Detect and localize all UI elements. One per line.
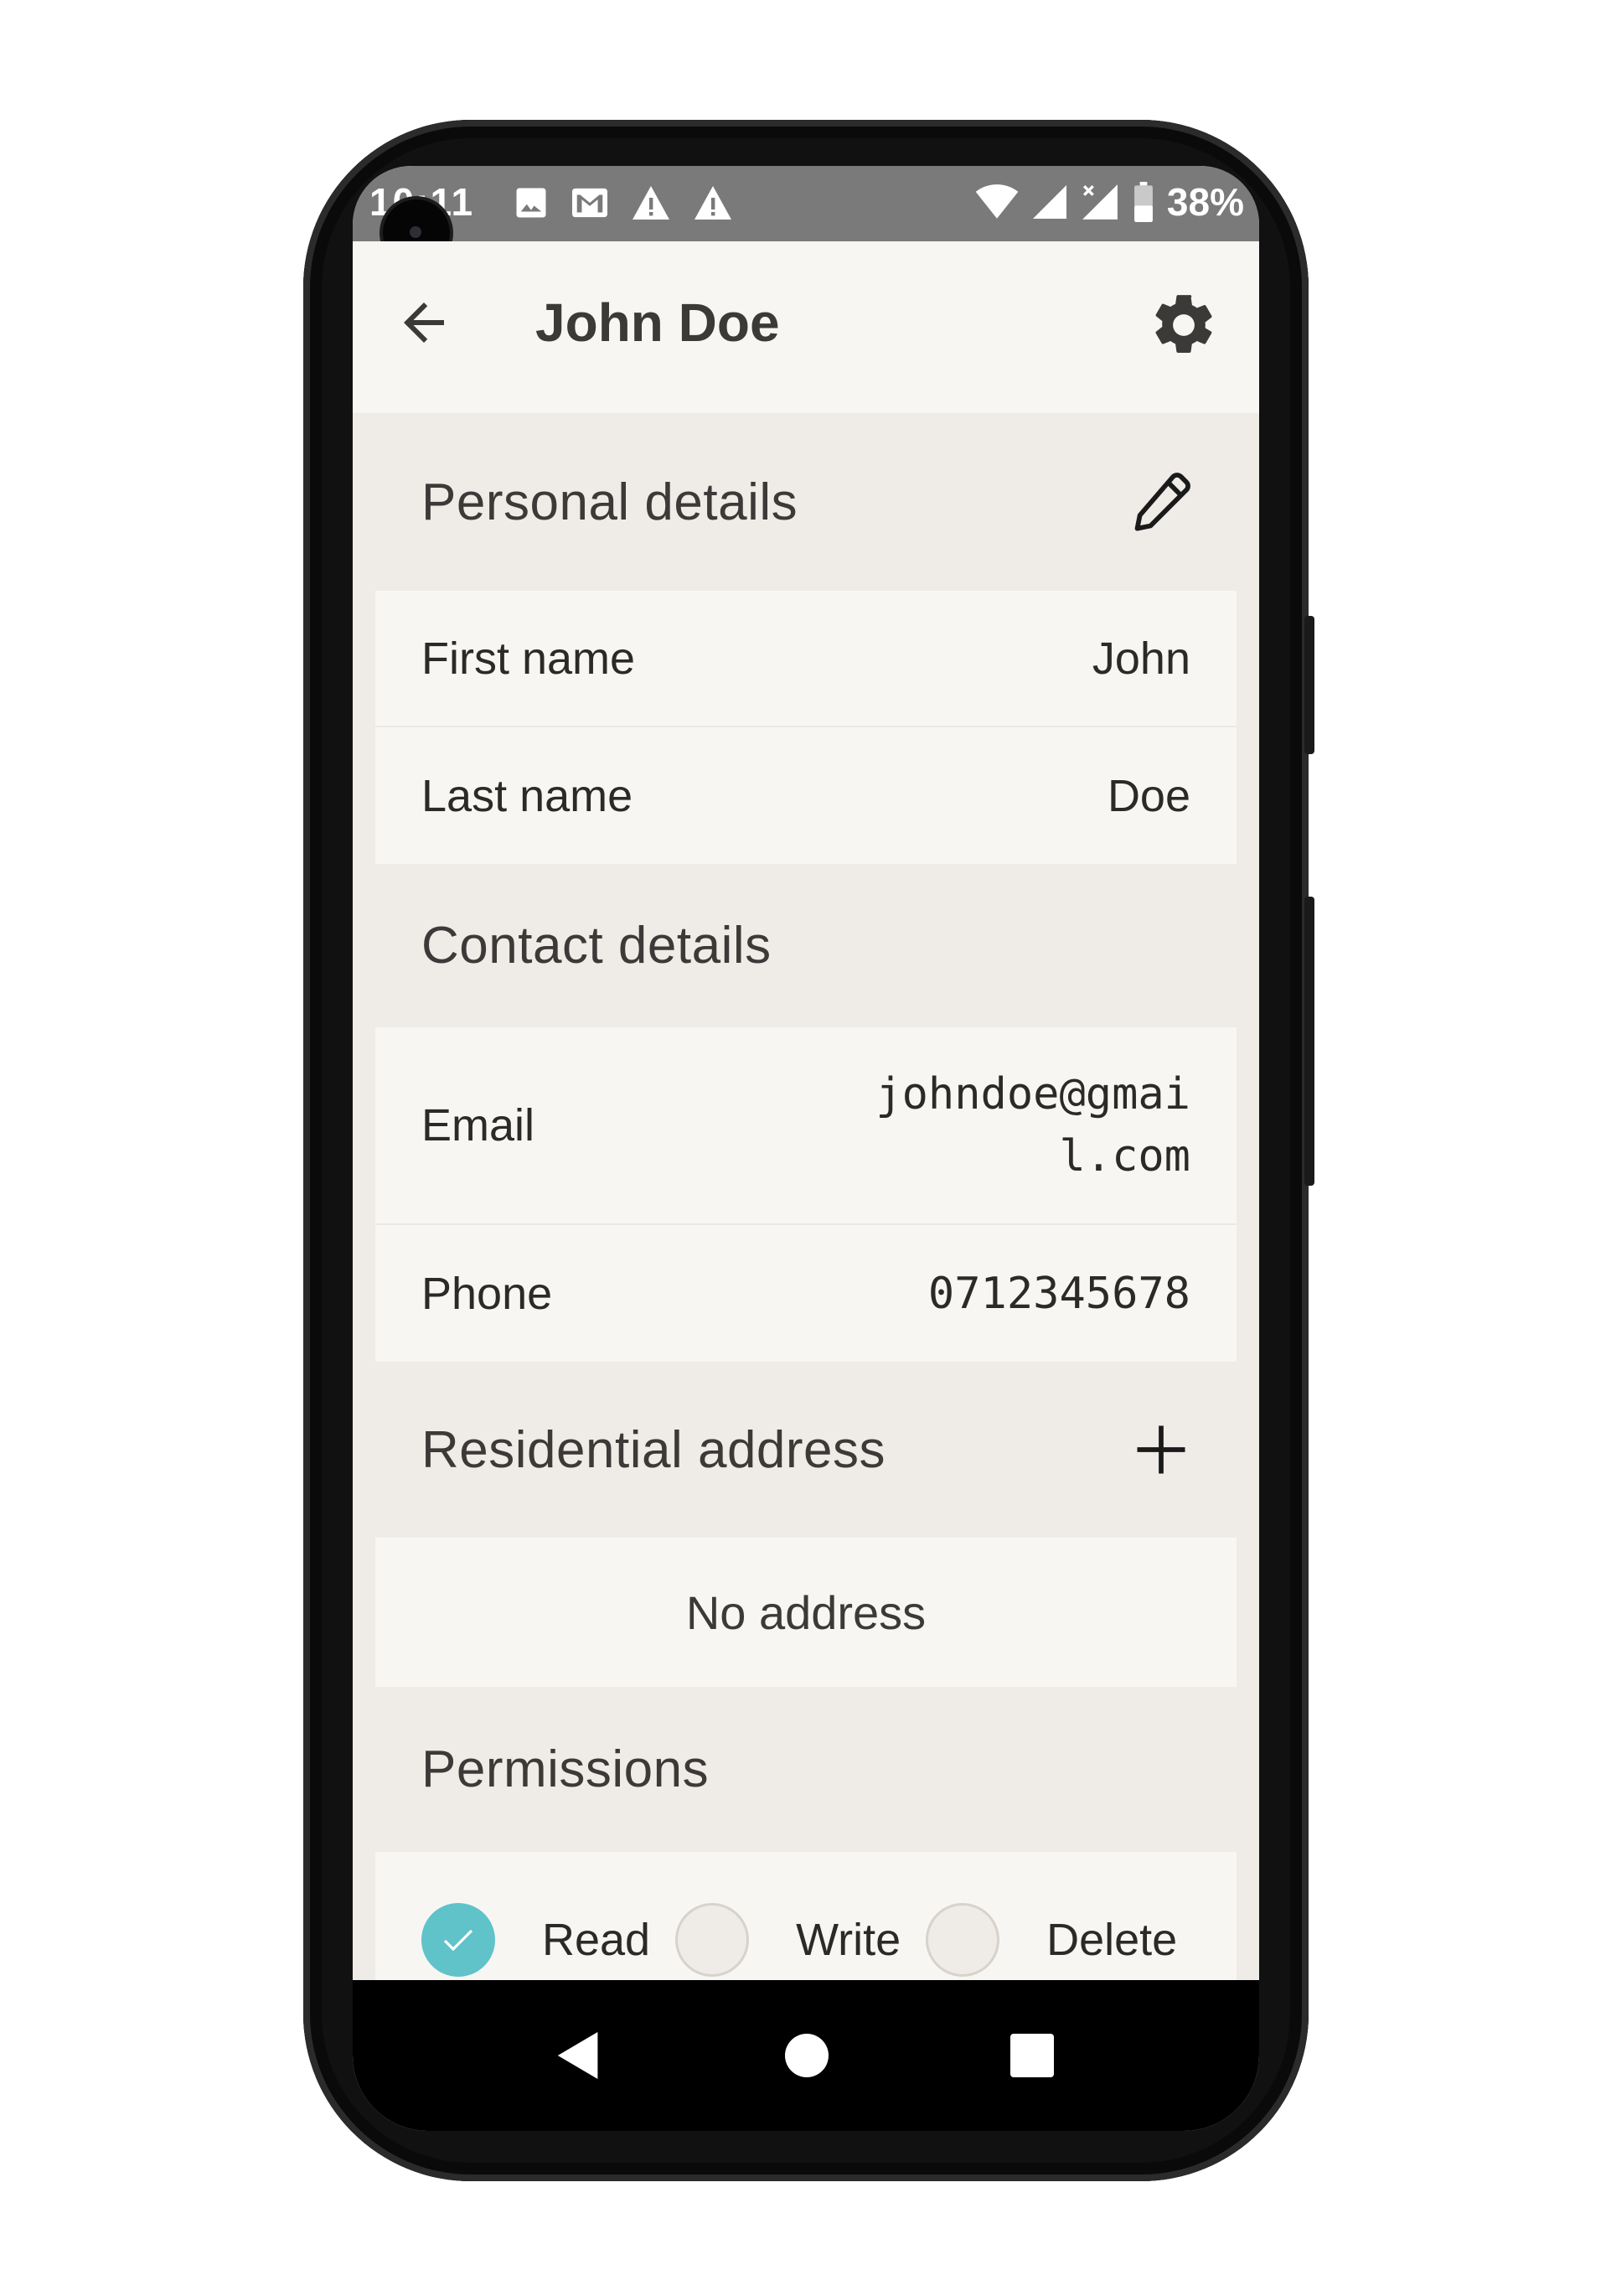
section-title: Residential address — [421, 1420, 886, 1479]
mail-icon — [572, 188, 607, 218]
personal-details-card: First name John Last name Doe — [375, 591, 1237, 864]
email-label: Email — [421, 1100, 535, 1151]
phone-screen: 10:11 38% John Doe Personal details — [353, 166, 1259, 2131]
warning-icon — [633, 186, 669, 220]
delete-checkbox[interactable] — [926, 1903, 1000, 1977]
page-title: John Doe — [535, 292, 780, 353]
warning-icon — [694, 186, 731, 220]
contact-details-card: Email johndoe@gmail.com Phone 0712345678 — [375, 1027, 1237, 1362]
pencil-icon — [1134, 473, 1190, 531]
no-address-text: No address — [685, 1585, 927, 1639]
nav-recents-button[interactable] — [994, 2018, 1070, 2093]
nav-home-button[interactable] — [769, 2018, 844, 2093]
profile-content: Personal details First name John Last na… — [353, 413, 1259, 2028]
first-name-label: First name — [421, 633, 636, 684]
write-permission[interactable]: Write — [675, 1903, 926, 1977]
signal-x-icon — [1082, 184, 1118, 220]
permissions-header: Permissions — [353, 1687, 1259, 1852]
delete-permission[interactable]: Delete — [926, 1903, 1202, 1977]
battery-icon — [1134, 182, 1153, 222]
back-button[interactable] — [386, 285, 462, 360]
read-permission[interactable]: Read — [421, 1903, 675, 1977]
last-name-value: Doe — [1107, 770, 1190, 821]
system-navigation-bar — [353, 1980, 1259, 2131]
write-label: Write — [796, 1915, 901, 1965]
power-button — [1304, 616, 1314, 754]
gear-icon — [1155, 295, 1212, 353]
email-value: johndoe@gmail.com — [875, 1069, 1190, 1182]
first-name-value: John — [1092, 633, 1190, 684]
address-card: No address — [375, 1538, 1237, 1687]
square-recents-icon — [1010, 2034, 1054, 2077]
read-checkbox[interactable] — [421, 1903, 495, 1977]
status-bar: 10:11 38% — [353, 166, 1259, 241]
add-address-button[interactable] — [1123, 1412, 1199, 1487]
contact-details-header: Contact details — [353, 864, 1259, 1027]
phone-label: Phone — [421, 1268, 553, 1319]
volume-button — [1304, 897, 1314, 1186]
wifi-icon — [975, 184, 1019, 219]
email-row: Email johndoe@gmail.com — [375, 1027, 1237, 1225]
battery-percentage: 38% — [1166, 180, 1244, 224]
plus-icon — [1137, 1425, 1185, 1474]
read-label: Read — [542, 1915, 651, 1965]
phone-value: 0712345678 — [927, 1268, 1190, 1319]
delete-label: Delete — [1046, 1915, 1178, 1965]
phone-row: Phone 0712345678 — [375, 1225, 1237, 1362]
circle-home-icon — [785, 2034, 829, 2077]
last-name-label: Last name — [421, 770, 633, 821]
arrow-left-icon — [404, 303, 444, 343]
first-name-row: First name John — [375, 591, 1237, 727]
app-bar: John Doe — [353, 241, 1259, 413]
image-icon — [516, 188, 546, 218]
write-checkbox[interactable] — [675, 1903, 750, 1977]
personal-details-header: Personal details — [353, 413, 1259, 591]
section-title: Contact details — [421, 917, 772, 975]
address-header: Residential address — [353, 1362, 1259, 1538]
edit-personal-button[interactable] — [1123, 464, 1199, 540]
last-name-row: Last name Doe — [375, 727, 1237, 864]
section-title: Permissions — [421, 1740, 710, 1798]
signal-icon — [1032, 185, 1066, 219]
system-icons: 38% — [974, 179, 1244, 225]
settings-button[interactable] — [1144, 285, 1224, 365]
check-icon — [443, 1929, 473, 1952]
section-title: Personal details — [421, 473, 798, 531]
triangle-back-icon — [557, 2032, 598, 2079]
nav-back-button[interactable] — [541, 2018, 617, 2093]
notification-icons — [514, 184, 733, 221]
